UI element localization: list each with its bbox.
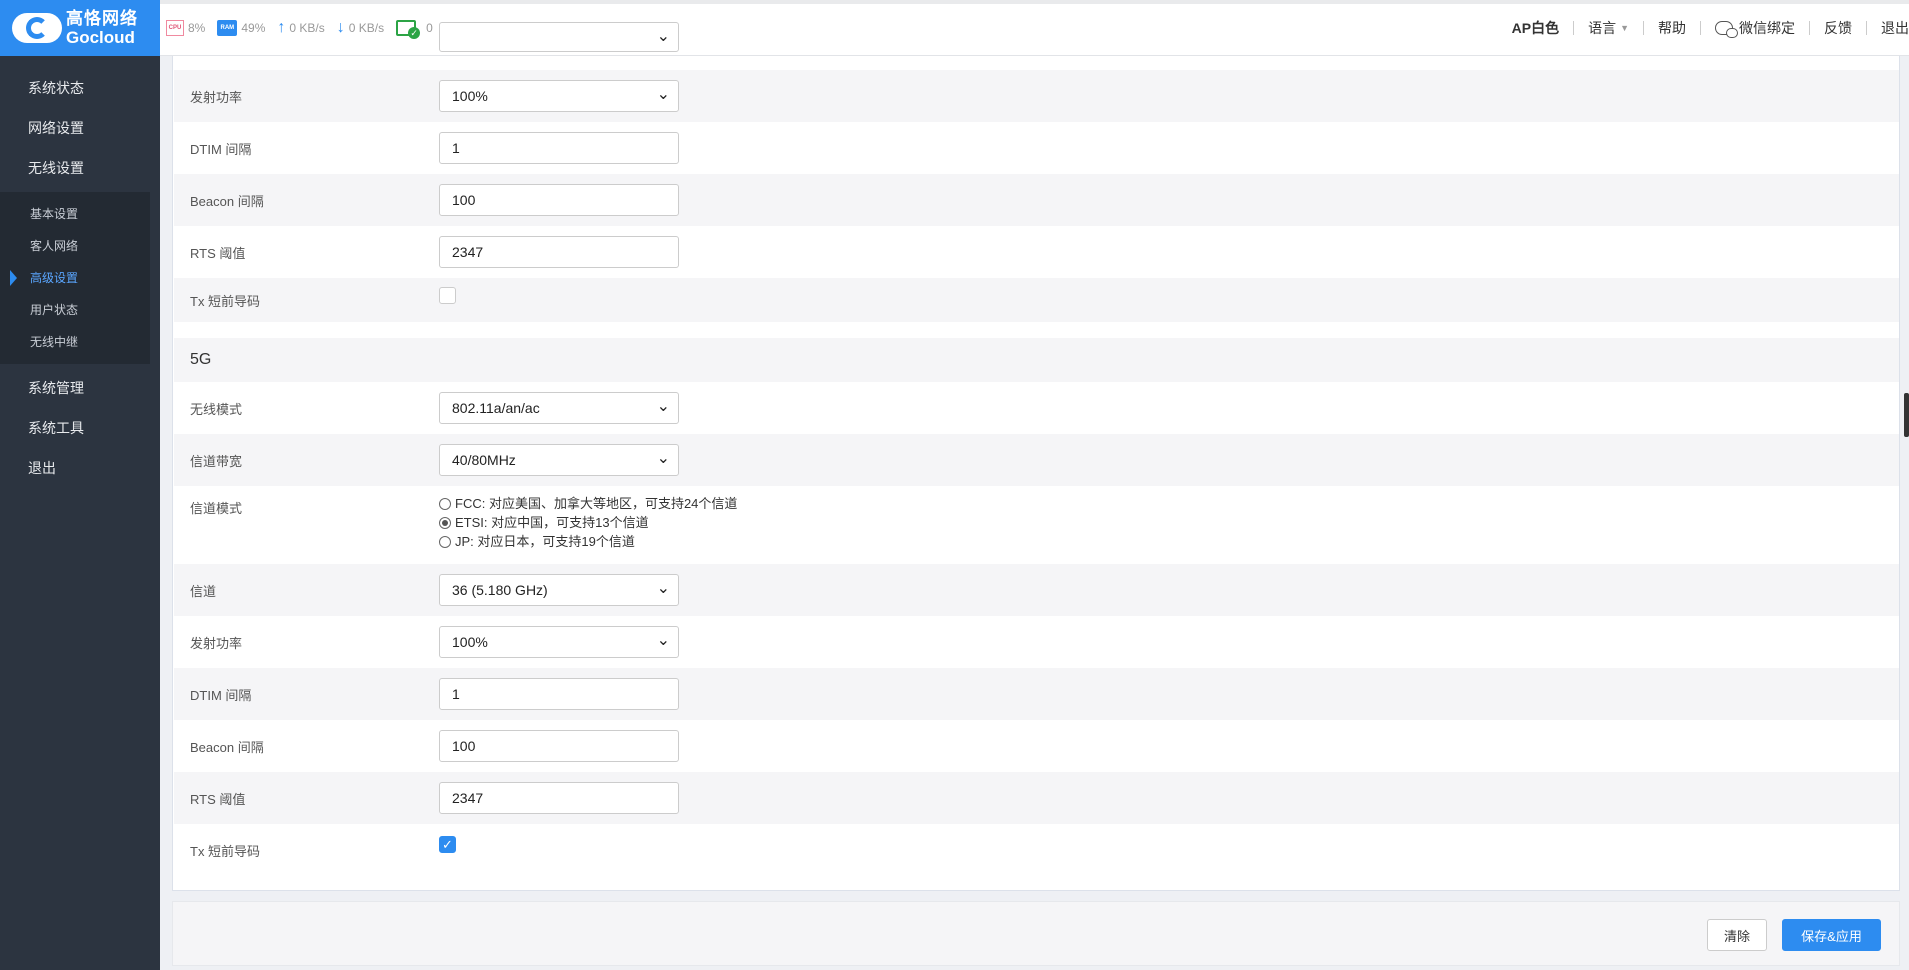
select-mode-5[interactable]: 802.11a/an/ac <box>439 392 679 424</box>
radio-fcc-label: FCC: 对应美国、加拿大等地区，可支持24个信道 <box>455 496 738 511</box>
radio-fcc-dot <box>439 497 451 510</box>
row-5g-bandwidth: 信道带宽 40/80MHz <box>174 434 1899 486</box>
channel-mode-radios: FCC: 对应美国、加拿大等地区，可支持24个信道 ETSI: 对应中国，可支持… <box>439 494 737 551</box>
input-rts-24[interactable]: 2347 <box>439 236 679 268</box>
action-footer: 清除 保存&应用 <box>172 901 1900 966</box>
row-5g-rts: RTS 阈值 2347 <box>174 772 1899 824</box>
select-tx-power-24[interactable]: 100% <box>439 80 679 112</box>
checkbox-preamble-24[interactable] <box>439 287 456 304</box>
radio-jp-dot <box>439 535 451 548</box>
label-bandwidth-5: 信道带宽 <box>190 453 243 469</box>
sidebar-item-system-management[interactable]: 系统管理 <box>0 368 160 408</box>
row-24g-tx-power: 发射功率 100% <box>174 70 1899 122</box>
sidebar: 高恪网络 Gocloud 系统状态 网络设置 无线设置 基本设置 客人网络 高级… <box>0 0 160 970</box>
row-24g-beacon: Beacon 间隔 100 <box>174 174 1899 226</box>
wireless-subnav: 基本设置 客人网络 高级设置 用户状态 无线中继 <box>0 192 150 364</box>
checkbox-preamble-5[interactable]: ✓ <box>439 836 456 853</box>
subnav-item-advanced[interactable]: 高级设置 <box>0 262 150 294</box>
section-5g-title: 5G <box>174 338 1899 382</box>
sidebar-item-logout[interactable]: 退出 <box>0 448 160 488</box>
label-channel-5: 信道 <box>190 583 217 599</box>
row-5g-beacon: Beacon 间隔 100 <box>174 720 1899 772</box>
main-content: 发射功率 100% DTIM 间隔 1 Beacon 间隔 100 RTS 阈值… <box>172 22 1900 970</box>
label-preamble-24: Tx 短前导码 <box>190 293 261 309</box>
clear-button[interactable]: 清除 <box>1707 919 1767 951</box>
row-5g-channel: 信道 36 (5.180 GHz) <box>174 564 1899 616</box>
row-24g-rts: RTS 阈值 2347 <box>174 226 1899 278</box>
label-channel-mode-5: 信道模式 <box>190 501 243 516</box>
label-mode-5: 无线模式 <box>190 401 243 417</box>
label-beacon-5: Beacon 间隔 <box>190 739 264 755</box>
sidebar-nav: 系统状态 网络设置 无线设置 基本设置 客人网络 高级设置 用户状态 无线中继 … <box>0 68 160 488</box>
brand-name-en: Gocloud <box>66 28 135 47</box>
select-channel-5[interactable]: 36 (5.180 GHz) <box>439 574 679 606</box>
input-rts-5[interactable]: 2347 <box>439 782 679 814</box>
brand-name-cn: 高恪网络 <box>66 9 138 28</box>
label-dtim-5: DTIM 间隔 <box>190 687 252 703</box>
subnav-item-basic[interactable]: 基本设置 <box>0 198 150 230</box>
row-5g-preamble: Tx 短前导码 ✓ <box>174 824 1899 876</box>
radio-etsi-label: ETSI: 对应中国，可支持13个信道 <box>455 515 649 530</box>
sidebar-item-network-settings[interactable]: 网络设置 <box>0 108 160 148</box>
input-dtim-5[interactable]: 1 <box>439 678 679 710</box>
row-24g-dtim: DTIM 间隔 1 <box>174 122 1899 174</box>
row-5g-mode: 无线模式 802.11a/an/ac <box>174 382 1899 434</box>
label-rts-24: RTS 阈值 <box>190 245 246 261</box>
radio-jp-label: JP: 对应日本，可支持19个信道 <box>455 534 635 549</box>
label-rts-5: RTS 阈值 <box>190 791 246 807</box>
input-beacon-5[interactable]: 100 <box>439 730 679 762</box>
sidebar-item-wireless-settings[interactable]: 无线设置 <box>0 148 160 188</box>
radio-etsi-dot <box>439 516 451 529</box>
label-beacon-24: Beacon 间隔 <box>190 193 264 209</box>
save-apply-button[interactable]: 保存&应用 <box>1782 919 1881 951</box>
input-dtim-24[interactable]: 1 <box>439 132 679 164</box>
subnav-item-user-status[interactable]: 用户状态 <box>0 294 150 326</box>
brand-logo[interactable]: 高恪网络 Gocloud <box>0 0 160 56</box>
select-tx-power-5[interactable]: 100% <box>439 626 679 658</box>
sidebar-item-system-tools[interactable]: 系统工具 <box>0 408 160 448</box>
row-5g-channel-mode: 信道模式 FCC: 对应美国、加拿大等地区，可支持24个信道 ETSI: 对应中… <box>174 486 1899 564</box>
label-tx-power-24: 发射功率 <box>190 89 243 105</box>
subnav-item-repeater[interactable]: 无线中继 <box>0 326 150 358</box>
cloud-logo-icon <box>12 9 62 47</box>
radio-jp[interactable]: JP: 对应日本，可支持19个信道 <box>439 532 737 551</box>
input-beacon-24[interactable]: 100 <box>439 184 679 216</box>
label-dtim-24: DTIM 间隔 <box>190 141 252 157</box>
select-bandwidth-5[interactable]: 40/80MHz <box>439 444 679 476</box>
hidden-select[interactable] <box>439 22 679 52</box>
label-tx-power-5: 发射功率 <box>190 635 243 651</box>
label-preamble-5: Tx 短前导码 <box>190 843 261 859</box>
row-5g-dtim: DTIM 间隔 1 <box>174 668 1899 720</box>
sidebar-item-system-status[interactable]: 系统状态 <box>0 68 160 108</box>
row-5g-tx-power: 发射功率 100% <box>174 616 1899 668</box>
radio-fcc[interactable]: FCC: 对应美国、加拿大等地区，可支持24个信道 <box>439 494 737 513</box>
radio-etsi[interactable]: ETSI: 对应中国，可支持13个信道 <box>439 513 737 532</box>
subnav-item-guest[interactable]: 客人网络 <box>0 230 150 262</box>
advanced-settings-panel: 发射功率 100% DTIM 间隔 1 Beacon 间隔 100 RTS 阈值… <box>172 22 1900 891</box>
row-24g-preamble: Tx 短前导码 <box>174 278 1899 322</box>
page-scrollbar[interactable] <box>1904 393 1909 437</box>
